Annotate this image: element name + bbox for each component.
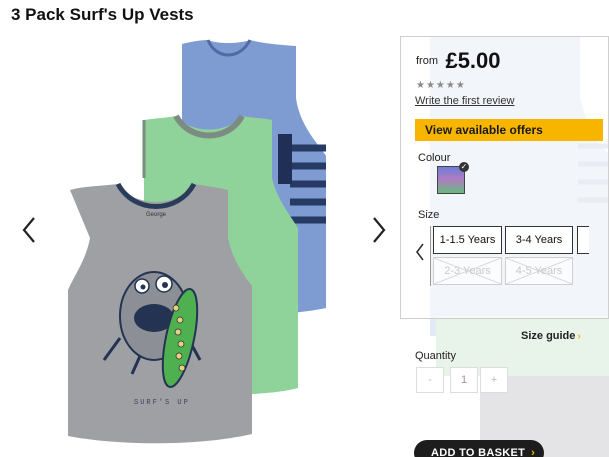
quantity-input[interactable]: 1 bbox=[450, 367, 478, 393]
size-option-2-3-years: 2-3 Years bbox=[433, 257, 502, 285]
quantity-decrease-button[interactable]: - bbox=[416, 367, 444, 393]
size-divider bbox=[430, 226, 431, 286]
size-option-3-4-years[interactable]: 3-4 Years bbox=[505, 226, 573, 254]
size-option-1-1.5-years[interactable]: 1-1.5 Years bbox=[433, 226, 502, 254]
price-from-label: from bbox=[416, 55, 438, 67]
price-value: £5.00 bbox=[445, 48, 501, 73]
check-icon: ✓ bbox=[459, 162, 469, 172]
page-title: 3 Pack Surf's Up Vests bbox=[11, 5, 194, 24]
size-guide-link[interactable]: Size guide › bbox=[521, 330, 581, 342]
chevron-right-icon[interactable] bbox=[364, 210, 392, 250]
size-prev-chevron-icon[interactable] bbox=[413, 240, 427, 264]
write-review-link[interactable]: Write the first review bbox=[415, 95, 514, 107]
grey-vest: George SURF'S UP bbox=[68, 182, 252, 444]
quantity-increase-button[interactable]: + bbox=[480, 367, 508, 393]
add-to-basket-button[interactable]: ADD TO BASKET › bbox=[414, 440, 544, 457]
size-option-partial[interactable] bbox=[577, 226, 589, 254]
product-image: George SURF'S UP bbox=[68, 39, 326, 444]
colour-label: Colour bbox=[418, 152, 451, 164]
price: from £5.00 bbox=[416, 48, 501, 74]
brand-label: George bbox=[146, 212, 167, 218]
quantity-label: Quantity bbox=[415, 350, 456, 362]
chevron-left-icon[interactable] bbox=[16, 210, 44, 250]
arrow-right-icon: › bbox=[577, 331, 581, 342]
rating-stars: ★★★★★ bbox=[416, 80, 466, 91]
view-offers-button[interactable]: View available offers bbox=[415, 119, 603, 141]
print-text: SURF'S UP bbox=[134, 399, 190, 407]
size-option-4-5-years: 4-5 Years bbox=[505, 257, 573, 285]
size-label: Size bbox=[418, 209, 440, 221]
arrow-right-icon: › bbox=[531, 447, 536, 457]
product-gallery: George SURF'S UP bbox=[0, 30, 400, 457]
